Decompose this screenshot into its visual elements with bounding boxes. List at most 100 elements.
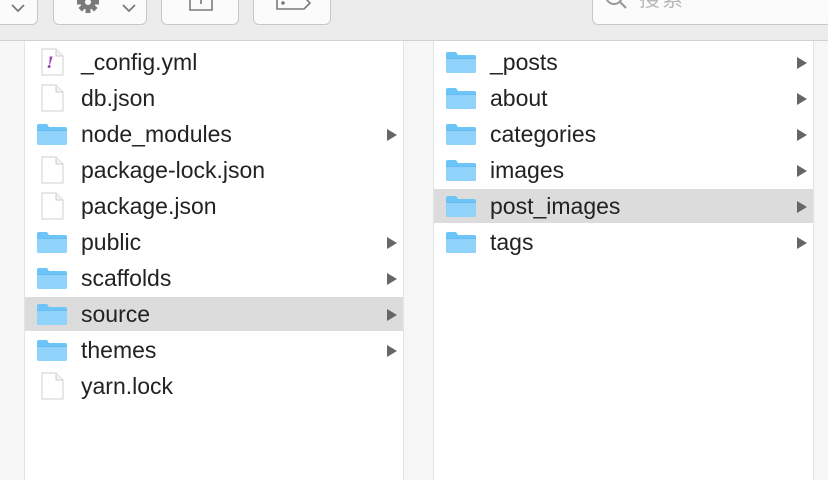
- disclosure-arrow: [386, 236, 398, 255]
- item-icon: [36, 84, 66, 117]
- folder-icon: [37, 124, 67, 145]
- item-label: package-lock.json: [81, 157, 266, 183]
- disclosure-arrow: [796, 164, 808, 183]
- folder-icon: [446, 124, 476, 145]
- action-menu-button[interactable]: [53, 0, 147, 25]
- item-icon: [445, 50, 477, 79]
- folder-icon: [446, 88, 476, 109]
- item-icon: [36, 372, 66, 405]
- disclosure-arrow-icon: [797, 201, 807, 213]
- disclosure-arrow: [796, 56, 808, 75]
- item-label: package.json: [81, 193, 217, 219]
- chevron-down-icon: [11, 4, 25, 13]
- folder-row[interactable]: tags: [434, 225, 813, 259]
- gear-icon: [77, 0, 99, 13]
- item-icon: [36, 192, 66, 225]
- disclosure-arrow: [796, 236, 808, 255]
- browser-column-1[interactable]: ! _config.yml db.json node_modules packa…: [24, 41, 404, 480]
- item-label: tags: [490, 229, 534, 255]
- item-label: public: [81, 229, 142, 255]
- file-row[interactable]: package-lock.json: [25, 153, 403, 187]
- folder-icon: [37, 304, 67, 325]
- search-field[interactable]: 搜索: [592, 0, 828, 25]
- item-icon: [445, 194, 477, 223]
- folder-row[interactable]: node_modules: [25, 117, 403, 151]
- folder-row[interactable]: public: [25, 225, 403, 259]
- file-row[interactable]: package.json: [25, 189, 403, 223]
- folder-icon: [446, 196, 476, 217]
- share-icon: [189, 0, 213, 11]
- item-label: about: [490, 85, 548, 111]
- disclosure-arrow-icon: [387, 129, 397, 141]
- disclosure-arrow-icon: [797, 93, 807, 105]
- folder-row[interactable]: _posts: [434, 45, 813, 79]
- column-gutter: [404, 41, 433, 480]
- disclosure-arrow-icon: [797, 165, 807, 177]
- chevron-down-icon: [122, 4, 136, 13]
- search-placeholder: 搜索: [639, 0, 685, 10]
- disclosure-arrow: [796, 92, 808, 111]
- item-label: _posts: [490, 49, 558, 75]
- folder-row[interactable]: source: [25, 297, 403, 331]
- share-button[interactable]: [161, 0, 239, 25]
- file-row[interactable]: db.json: [25, 81, 403, 115]
- item-label: categories: [490, 121, 597, 147]
- item-label: scaffolds: [81, 265, 172, 291]
- folder-row[interactable]: about: [434, 81, 813, 115]
- item-icon: [445, 86, 477, 115]
- item-icon: [445, 122, 477, 151]
- item-icon: [36, 266, 68, 295]
- folder-row[interactable]: themes: [25, 333, 403, 367]
- column-gutter: [0, 41, 24, 480]
- disclosure-arrow-icon: [387, 237, 397, 249]
- view-options-button[interactable]: [0, 0, 38, 25]
- item-icon: !: [36, 48, 66, 81]
- column-gutter: [814, 41, 828, 480]
- item-label: _config.yml: [81, 49, 198, 75]
- disclosure-arrow-icon: [797, 57, 807, 69]
- browser-column-2[interactable]: _posts about categories images post_imag…: [433, 41, 814, 480]
- disclosure-arrow: [796, 200, 808, 219]
- folder-icon: [446, 52, 476, 73]
- file-row[interactable]: yarn.lock: [25, 369, 403, 403]
- svg-text:!: !: [46, 53, 53, 72]
- document-icon: [41, 372, 64, 400]
- item-icon: [36, 302, 68, 331]
- toolbar: 搜索: [0, 0, 828, 41]
- item-icon: [445, 230, 477, 259]
- disclosure-arrow: [386, 344, 398, 363]
- file-row[interactable]: ! _config.yml: [25, 45, 403, 79]
- folder-row[interactable]: scaffolds: [25, 261, 403, 295]
- folder-row[interactable]: images: [434, 153, 813, 187]
- item-label: node_modules: [81, 121, 232, 147]
- disclosure-arrow: [386, 272, 398, 291]
- document-icon: [41, 84, 64, 112]
- search-icon: [605, 0, 627, 9]
- item-icon: [36, 230, 68, 259]
- folder-icon: [446, 232, 476, 253]
- folder-icon: [37, 340, 67, 361]
- disclosure-arrow-icon: [797, 237, 807, 249]
- item-label: source: [81, 301, 151, 327]
- item-label: post_images: [490, 193, 621, 219]
- disclosure-arrow-icon: [797, 129, 807, 141]
- item-icon: [36, 156, 66, 189]
- folder-icon: [37, 268, 67, 289]
- item-label: images: [490, 157, 565, 183]
- folder-row[interactable]: post_images: [434, 189, 813, 223]
- tags-button[interactable]: [253, 0, 331, 25]
- item-label: themes: [81, 337, 157, 363]
- item-icon: [36, 338, 68, 367]
- folder-icon: [446, 160, 476, 181]
- disclosure-arrow-icon: [387, 309, 397, 321]
- folder-row[interactable]: categories: [434, 117, 813, 151]
- tag-icon: [276, 0, 311, 10]
- yml-file-icon: !: [41, 48, 64, 76]
- item-icon: [36, 122, 68, 151]
- document-icon: [41, 192, 64, 220]
- disclosure-arrow: [386, 128, 398, 147]
- disclosure-arrow-icon: [387, 345, 397, 357]
- item-icon: [445, 158, 477, 187]
- document-icon: [41, 156, 64, 184]
- folder-icon: [37, 232, 67, 253]
